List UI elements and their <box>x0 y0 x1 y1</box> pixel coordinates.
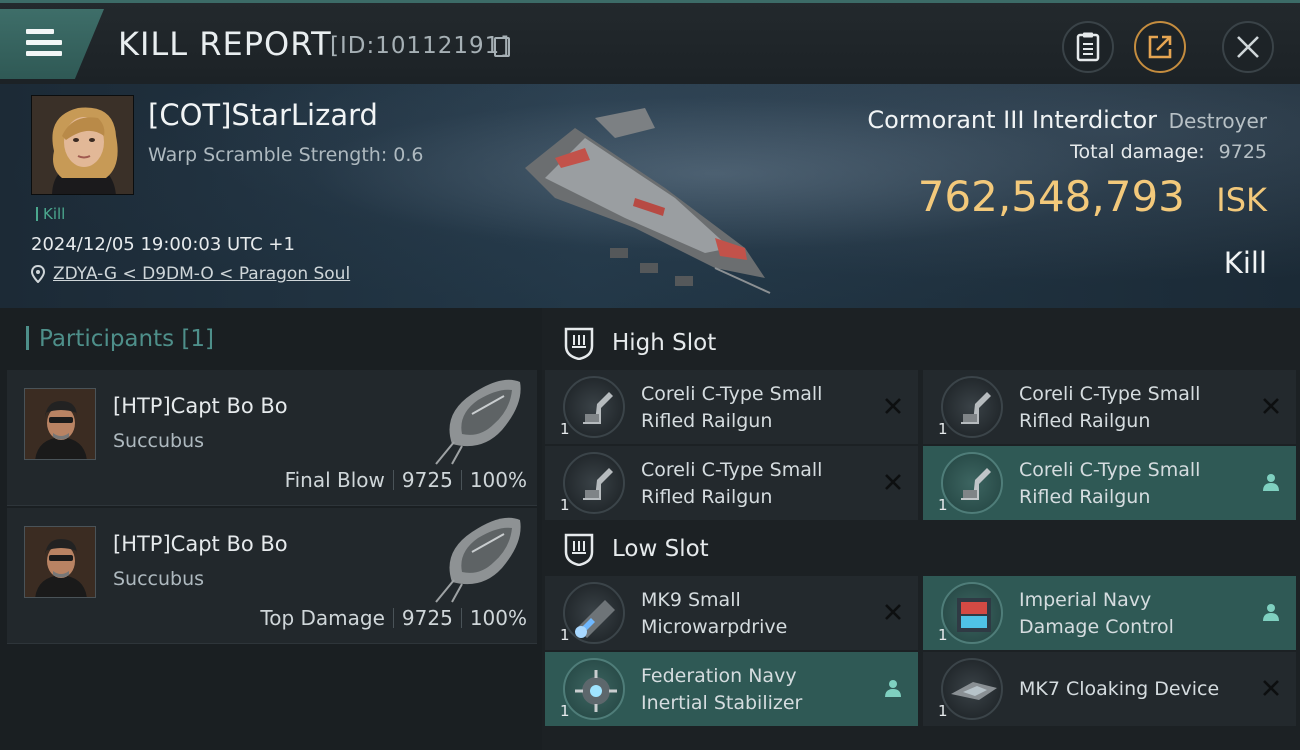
location-link[interactable]: ZDYA-G < D9DM-O < Paragon Soul <box>53 264 350 284</box>
module-name: Coreli C-Type Small Rifled Railgun <box>641 459 823 508</box>
module-qty: 1 <box>938 496 948 514</box>
railgun-icon <box>563 376 625 438</box>
dropped-person-icon <box>885 680 901 697</box>
participants-heading: Participants [1] <box>26 326 214 352</box>
module-qty: 1 <box>938 626 948 644</box>
kill-summary-banner: [COT]StarLizard Warp Scramble Strength: … <box>0 84 1300 308</box>
module-name: MK7 Cloaking Device <box>1019 678 1220 700</box>
participant-ship-image[interactable] <box>432 512 527 604</box>
participant-stats: Top Damage 9725 100% <box>260 606 527 630</box>
kill-tag: Kill <box>36 205 65 223</box>
low-slot-icon <box>564 533 594 566</box>
share-icon <box>1148 35 1172 59</box>
kill-result: Kill <box>1223 246 1267 280</box>
clipboard-icon <box>1076 32 1100 62</box>
cloaking-device-icon <box>941 658 1003 720</box>
location-pin-icon <box>31 265 45 283</box>
total-damage-value: 9725 <box>1218 141 1267 163</box>
warp-scramble-strength: Warp Scramble Strength: 0.6 <box>148 144 424 166</box>
participant-card[interactable]: [HTP]Capt Bo Bo Succubus Top Damage 9725 1… <box>7 508 537 644</box>
module-qty: 1 <box>560 626 570 644</box>
participant-role: Final Blow <box>284 468 385 492</box>
low-slot-title: Low Slot <box>612 536 709 562</box>
module-qty: 1 <box>560 420 570 438</box>
kill-location[interactable]: ZDYA-G < D9DM-O < Paragon Soul <box>31 264 350 284</box>
participant-ship: Succubus <box>113 568 205 590</box>
module-qty: 1 <box>560 702 570 720</box>
copy-id-icon[interactable] <box>494 37 510 57</box>
participant-role: Top Damage <box>260 606 385 630</box>
isk-unit: ISK <box>1216 181 1267 219</box>
participant-name[interactable]: [HTP]Capt Bo Bo <box>113 394 288 418</box>
participants-panel: Participants [1] [HTP]Capt Bo Bo Succubu… <box>0 308 542 750</box>
kill-datetime: 2024/12/05 19:00:03 UTC +1 <box>31 234 295 255</box>
module-slot[interactable]: 1 Federation Navy Inertial Stabilizer <box>545 652 918 726</box>
module-slot[interactable]: 1 Coreli C-Type Small Rifled Railgun <box>923 370 1296 444</box>
participant-percent: 100% <box>469 606 527 630</box>
module-name: Imperial Navy Damage Control <box>1019 589 1174 638</box>
destroyed-x-icon <box>885 474 901 490</box>
module-slot[interactable]: 1 Coreli C-Type Small Rifled Railgun <box>923 446 1296 520</box>
total-damage-label: Total damage: <box>1070 141 1205 163</box>
module-name: Coreli C-Type Small Rifled Railgun <box>1019 459 1201 508</box>
participant-ship-image[interactable] <box>432 374 527 466</box>
damage-control-icon <box>941 582 1003 644</box>
participant-damage: 9725 <box>401 468 453 492</box>
module-qty: 1 <box>938 702 948 720</box>
module-name: Federation Navy Inertial Stabilizer <box>641 665 803 714</box>
inertial-stabilizer-icon <box>563 658 625 720</box>
participant-avatar[interactable] <box>24 526 96 598</box>
page-title: KILL REPORT <box>118 25 332 63</box>
victim-ship-name[interactable]: Cormorant III Interdictor Destroyer <box>867 106 1267 134</box>
participant-stats: Final Blow 9725 100% <box>285 468 527 492</box>
module-name: Coreli C-Type Small Rifled Railgun <box>641 383 823 432</box>
participant-ship: Succubus <box>113 430 205 452</box>
module-slot[interactable]: 1 MK9 Small Microwarpdrive <box>545 576 918 650</box>
victim-pilot-name[interactable]: [COT]StarLizard <box>148 98 378 132</box>
total-damage: Total damage: 9725 <box>1070 141 1267 163</box>
share-button[interactable] <box>1134 21 1186 73</box>
participant-percent: 100% <box>469 468 527 492</box>
high-slot-title: High Slot <box>612 330 717 356</box>
railgun-icon <box>941 452 1003 514</box>
module-slot[interactable]: 1 Imperial Navy Damage Control <box>923 576 1296 650</box>
dropped-person-icon <box>1263 604 1279 621</box>
isk-value: 762,548,793 ISK <box>918 172 1267 221</box>
high-slot-header: High Slot <box>542 316 1300 370</box>
low-slot-header: Low Slot <box>542 522 1300 576</box>
module-name: Coreli C-Type Small Rifled Railgun <box>1019 383 1201 432</box>
railgun-icon <box>563 452 625 514</box>
participant-damage: 9725 <box>401 606 453 630</box>
microwarpdrive-icon <box>563 582 625 644</box>
destroyed-x-icon <box>885 398 901 414</box>
module-slot[interactable]: 1 Coreli C-Type Small Rifled Railgun <box>545 370 918 444</box>
high-slot-icon <box>564 327 594 360</box>
menu-button[interactable] <box>0 9 104 79</box>
victim-ship-image <box>525 108 771 294</box>
module-slot[interactable]: 1 MK7 Cloaking Device <box>923 652 1296 726</box>
destroyed-x-icon <box>1263 398 1279 414</box>
ship-name-text: Cormorant III Interdictor <box>867 106 1157 134</box>
destroyed-x-icon <box>1263 680 1279 696</box>
close-icon <box>1237 36 1259 58</box>
module-qty: 1 <box>938 420 948 438</box>
module-qty: 1 <box>560 496 570 514</box>
dropped-person-icon <box>1263 474 1279 491</box>
destroyed-x-icon <box>885 604 901 620</box>
report-id: [ID:10112191] <box>330 33 511 59</box>
close-button[interactable] <box>1222 21 1274 73</box>
hamburger-menu-icon <box>26 29 62 59</box>
module-slot[interactable]: 1 Coreli C-Type Small Rifled Railgun <box>545 446 918 520</box>
participant-avatar[interactable] <box>24 388 96 460</box>
participant-card[interactable]: [HTP]Capt Bo Bo Succubus Final Blow 9725 1… <box>7 370 537 506</box>
participant-name[interactable]: [HTP]Capt Bo Bo <box>113 532 288 556</box>
fitting-panel: High Slot 1 Coreli C-Type Small Rifled Ra… <box>542 308 1300 750</box>
clipboard-button[interactable] <box>1062 21 1114 73</box>
isk-amount: 762,548,793 <box>917 172 1185 221</box>
railgun-icon <box>941 376 1003 438</box>
top-bar: KILL REPORT [ID:10112191] <box>0 0 1300 84</box>
module-name: MK9 Small Microwarpdrive <box>641 589 788 638</box>
ship-class: Destroyer <box>1168 109 1267 133</box>
victim-portrait[interactable] <box>31 95 134 195</box>
